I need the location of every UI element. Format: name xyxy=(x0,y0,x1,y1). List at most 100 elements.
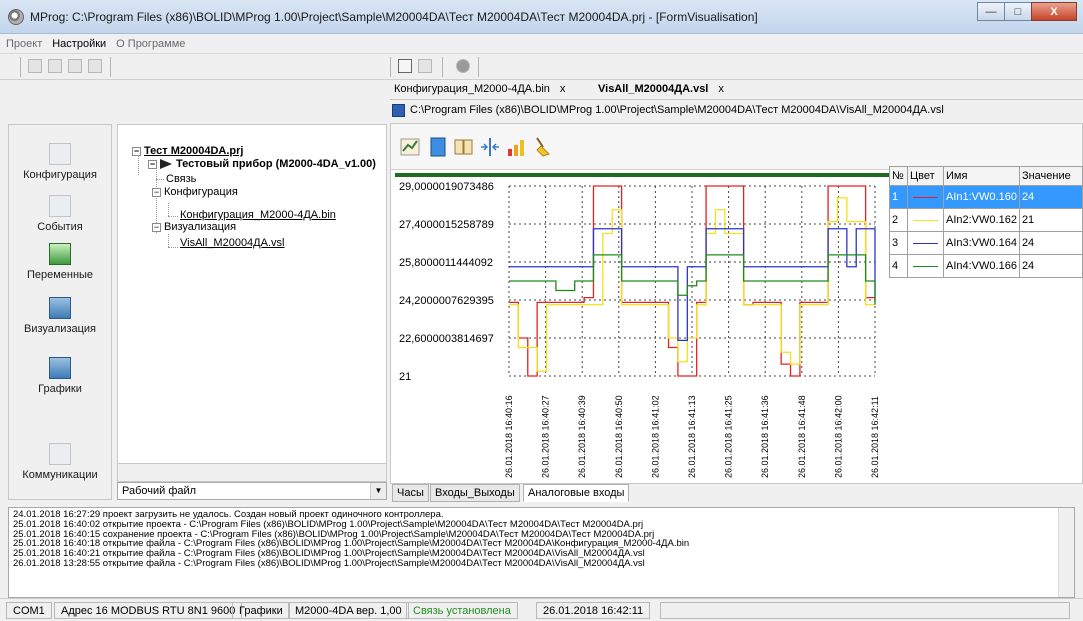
fit-width-icon[interactable] xyxy=(479,136,501,158)
tab-config-file[interactable]: Конфигурация_M2000-4ДА.bin x xyxy=(394,83,565,95)
save-icon[interactable] xyxy=(392,104,405,117)
device-arrow-icon xyxy=(160,159,172,170)
x-tick-label: 26.01.2018 16:40:50 xyxy=(614,395,624,478)
color-swatch xyxy=(907,185,944,209)
menu-about[interactable]: О Программе xyxy=(116,38,185,50)
x-tick-label: 26.01.2018 16:40:39 xyxy=(577,395,587,478)
book-icon[interactable] xyxy=(453,136,475,158)
table-header: № Цвет Имя Значение xyxy=(889,166,1083,186)
window-controls: — □ X xyxy=(977,2,1077,21)
tree-node-device[interactable]: − Тестовый прибор (M2000-4DA_v1.00) xyxy=(148,158,376,170)
communications-icon xyxy=(49,443,71,465)
header-number: № xyxy=(889,166,908,186)
nav-communications-label: Коммуникации xyxy=(22,469,98,481)
y-tick-label: 22,6000003814697 xyxy=(399,333,494,345)
tree-node-link[interactable]: Связь xyxy=(166,173,196,185)
table-row[interactable]: 4 AIn4:VW0.166 24 xyxy=(889,254,1083,278)
header-name: Имя xyxy=(943,166,1020,186)
tab-close-icon[interactable]: x xyxy=(560,83,566,95)
tree-device-label: Тестовый прибор (M2000-4DA_v1.00) xyxy=(176,158,376,170)
save-icon[interactable] xyxy=(68,59,82,73)
tree-connector xyxy=(168,203,169,216)
minimize-button[interactable]: — xyxy=(977,2,1005,21)
save-all-icon[interactable] xyxy=(88,59,102,73)
file-type-select[interactable]: Рабочий файл ▼ xyxy=(117,482,387,500)
title-bar: MProg: C:\Program Files (x86)\BOLID\MPro… xyxy=(0,0,1083,34)
nav-visualization[interactable]: Визуализация xyxy=(9,297,111,335)
pointer-icon[interactable] xyxy=(418,59,432,73)
tab-clock[interactable]: Часы xyxy=(392,484,429,502)
y-tick-label: 29,0000019073486 xyxy=(399,181,494,193)
tab-vis-file[interactable]: VisAll_M20004ДА.vsl x xyxy=(598,83,724,95)
nav-communications[interactable]: Коммуникации xyxy=(9,443,111,481)
tree-node-project[interactable]: − Тест M20004DA.prj xyxy=(132,145,243,157)
color-swatch xyxy=(907,208,944,232)
x-tick-label: 26.01.2018 16:41:13 xyxy=(687,395,697,478)
configuration-icon xyxy=(49,143,71,165)
tree-node-configuration[interactable]: − Конфигурация xyxy=(152,186,238,198)
refresh-icon[interactable] xyxy=(456,59,470,73)
dropdown-arrow-icon[interactable]: ▼ xyxy=(370,483,386,499)
left-navigation: Конфигурация События Переменные Визуализ… xyxy=(8,124,112,500)
tab-analog-inputs[interactable]: Аналоговые входы xyxy=(523,484,630,502)
nav-configuration[interactable]: Конфигурация xyxy=(9,143,111,181)
maximize-button[interactable]: □ xyxy=(1004,2,1032,21)
tree-connector xyxy=(138,155,139,175)
project-tree: − Тест M20004DA.prj − Тестовый прибор (M20… xyxy=(117,124,387,464)
tab-inputs-outputs[interactable]: Входы_Выходы xyxy=(430,484,520,502)
nav-visualization-label: Визуализация xyxy=(23,323,97,335)
log-scrollbar[interactable] xyxy=(1058,508,1074,597)
document-tabs: Конфигурация_M2000-4ДА.bin x VisAll_M2000… xyxy=(390,80,1083,100)
nav-configuration-label: Конфигурация xyxy=(23,169,97,181)
collapse-icon[interactable]: − xyxy=(148,159,157,169)
x-tick-label: 26.01.2018 16:41:25 xyxy=(724,395,734,478)
header-value: Значение xyxy=(1018,166,1083,186)
collapse-icon[interactable]: − xyxy=(152,187,161,197)
variables-icon xyxy=(49,243,71,265)
x-tick-label: 26.01.2018 16:41:48 xyxy=(797,395,807,478)
file-path-bar: C:\Program Files (x86)\BOLID\MProg 1.00\… xyxy=(390,101,1083,121)
status-empty xyxy=(660,602,1070,619)
nav-charts[interactable]: Графики xyxy=(9,357,111,395)
tree-node-vis-file[interactable]: VisAll_M20004ДА.vsl xyxy=(180,237,284,249)
nav-variables[interactable]: Переменные xyxy=(9,243,111,281)
status-connection: Связь установлена xyxy=(406,602,518,619)
open-folder-icon[interactable] xyxy=(48,59,62,73)
tree-connector xyxy=(168,216,178,217)
close-button[interactable]: X xyxy=(1031,2,1077,21)
tab-config-label: Конфигурация_M2000-4ДА.bin xyxy=(394,83,550,95)
blue-doc-icon[interactable] xyxy=(427,136,449,158)
collapse-icon[interactable]: − xyxy=(132,146,141,156)
main-toolbar xyxy=(0,54,1083,80)
app-icon xyxy=(8,9,24,25)
toolbar-separator xyxy=(478,57,479,77)
x-tick-label: 26.01.2018 16:40:27 xyxy=(541,395,551,478)
tree-node-config-file[interactable]: Конфигурация_M2000-4ДА.bin xyxy=(180,209,336,221)
table-row[interactable]: 1 AIn1:VW0.160 24 xyxy=(889,185,1083,209)
row-number: 2 xyxy=(889,208,908,232)
nav-events[interactable]: События xyxy=(9,195,111,233)
collapse-icon[interactable]: − xyxy=(152,222,161,232)
glasses-icon[interactable] xyxy=(398,59,412,73)
status-mode: Графики xyxy=(232,602,290,619)
menu-project[interactable]: Проект xyxy=(6,38,42,50)
progress-bar xyxy=(395,173,891,177)
menu-settings[interactable]: Настройки xyxy=(52,38,106,50)
chart-settings-icon[interactable] xyxy=(399,136,421,158)
table-row[interactable]: 2 AIn2:VW0.162 21 xyxy=(889,208,1083,232)
new-file-icon[interactable] xyxy=(28,59,42,73)
broom-icon[interactable] xyxy=(531,136,553,158)
bar-chart-icon[interactable] xyxy=(505,136,527,158)
header-color: Цвет xyxy=(907,166,944,186)
tab-close-icon[interactable]: x xyxy=(718,83,724,95)
table-row[interactable]: 3 AIn3:VW0.164 24 xyxy=(889,231,1083,255)
series-line xyxy=(509,228,876,342)
status-port: COM1 xyxy=(6,602,52,619)
tree-scroll-area[interactable] xyxy=(117,464,387,482)
tree-connector xyxy=(156,179,164,180)
line-chart: 29,0000019073486 27,4000015258789 25,80000… xyxy=(399,181,880,478)
visualization-icon xyxy=(49,297,71,319)
tree-node-visualization[interactable]: − Визуализация xyxy=(152,221,236,233)
tree-connector xyxy=(168,247,178,248)
color-swatch xyxy=(907,231,944,255)
